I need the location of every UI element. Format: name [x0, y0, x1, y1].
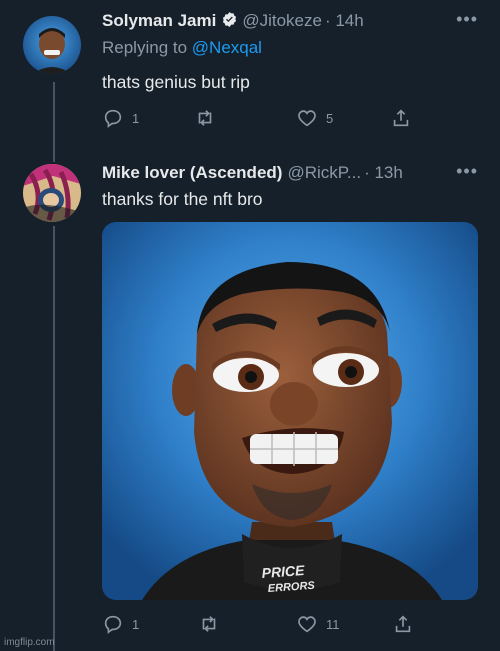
- reply-icon: [104, 109, 122, 128]
- tweet-time[interactable]: · 14h: [325, 11, 364, 30]
- heart-icon: [298, 616, 316, 633]
- like-count: 5: [326, 110, 334, 126]
- replying-mention-link[interactable]: @Nexqal: [192, 38, 262, 57]
- watermark: imgflip.com: [4, 637, 55, 648]
- more-options-icon[interactable]: •••: [456, 9, 478, 30]
- more-options-icon[interactable]: •••: [456, 161, 478, 182]
- tweet-1-actions: 1 5: [102, 107, 432, 131]
- tweet-2[interactable]: Mike lover (Ascended) @RickP... · 13h ••• …: [0, 152, 500, 651]
- reply-icon: [104, 615, 122, 634]
- reply-count: 1: [132, 110, 140, 126]
- shirt-text-price: PRICE: [261, 562, 305, 581]
- avatar-solyman[interactable]: [23, 16, 81, 74]
- heart-icon: [298, 110, 316, 127]
- tweet-2-header: Mike lover (Ascended) @RickP... · 13h: [102, 163, 403, 183]
- reply-button[interactable]: 1: [102, 107, 139, 129]
- verified-badge-icon: [223, 12, 237, 27]
- like-button[interactable]: 11: [296, 613, 340, 635]
- retweet-button[interactable]: [194, 107, 216, 129]
- retweet-button[interactable]: [198, 613, 220, 635]
- reply-count: 1: [132, 616, 140, 632]
- like-count: 11: [326, 616, 340, 632]
- share-icon: [393, 109, 409, 127]
- like-button[interactable]: 5: [296, 107, 333, 129]
- retweet-icon: [202, 616, 216, 632]
- tweet-1-header: Solyman Jami @Jitokeze · 14h: [102, 11, 364, 31]
- share-button[interactable]: [390, 107, 412, 129]
- tweet-2-actions: 1 11: [102, 613, 432, 637]
- tweet-text: thats genius but rip: [102, 72, 250, 92]
- share-icon: [395, 615, 411, 633]
- author-name[interactable]: Solyman Jami: [102, 11, 216, 30]
- tweet-time[interactable]: · 13h: [364, 163, 403, 182]
- tweet-media-image[interactable]: PRICE ERRORS: [102, 222, 478, 600]
- avatar-mike-lover[interactable]: [23, 164, 81, 222]
- tweet-text: thanks for the nft bro: [102, 189, 263, 209]
- replying-to: Replying to @Nexqal: [102, 38, 262, 58]
- author-handle: @Jitokeze: [242, 11, 322, 30]
- retweet-icon: [198, 110, 212, 126]
- tweet-1[interactable]: Solyman Jami @Jitokeze · 14h ••• Replying …: [0, 0, 500, 150]
- author-name[interactable]: Mike lover (Ascended): [102, 163, 282, 182]
- reply-button[interactable]: 1: [102, 613, 139, 635]
- replying-prefix: Replying to: [102, 38, 192, 57]
- author-handle: @RickP...: [287, 163, 362, 182]
- share-button[interactable]: [392, 613, 414, 635]
